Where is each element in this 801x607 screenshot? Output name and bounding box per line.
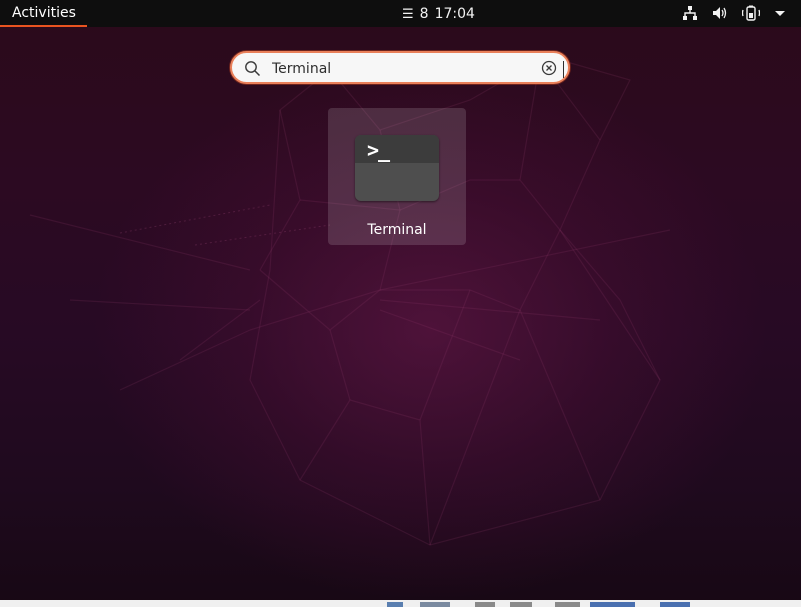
search-input[interactable] [272, 59, 532, 79]
activities-underline [0, 25, 87, 27]
text-caret [563, 61, 564, 78]
bottom-strip [0, 600, 801, 607]
strip-mark [387, 602, 403, 607]
search-box[interactable] [230, 51, 570, 84]
activities-button[interactable]: Activities [0, 0, 87, 27]
strip-mark [510, 602, 532, 607]
system-tray[interactable] [682, 5, 786, 21]
search-icon [245, 61, 261, 77]
strip-mark [590, 602, 635, 607]
strip-mark [660, 602, 690, 607]
strip-mark [555, 602, 580, 607]
search-result-label: Terminal [367, 222, 427, 238]
search-result-terminal[interactable]: >_ Terminal [328, 108, 466, 245]
top-bar: Activities ☰ 8 17:04 [0, 0, 801, 27]
terminal-icon: >_ [355, 135, 439, 201]
terminal-icon-prompt: >_ [367, 138, 390, 162]
notifications-icon: ☰ [402, 6, 414, 22]
system-menu-arrow-icon [775, 11, 785, 16]
notifications-count: 8 [419, 6, 429, 22]
strip-mark [475, 602, 495, 607]
battery-icon [742, 5, 760, 21]
volume-icon [713, 7, 727, 19]
clock-time: 17:04 [434, 6, 475, 22]
clock-button[interactable]: ☰ 8 17:04 [402, 5, 475, 23]
network-icon [683, 6, 697, 20]
activities-label: Activities [12, 5, 76, 21]
clear-icon[interactable] [541, 60, 557, 76]
strip-mark [420, 602, 450, 607]
desktop-overview: Activities ☰ 8 17:04 Terminal >_ Termina… [0, 0, 801, 607]
